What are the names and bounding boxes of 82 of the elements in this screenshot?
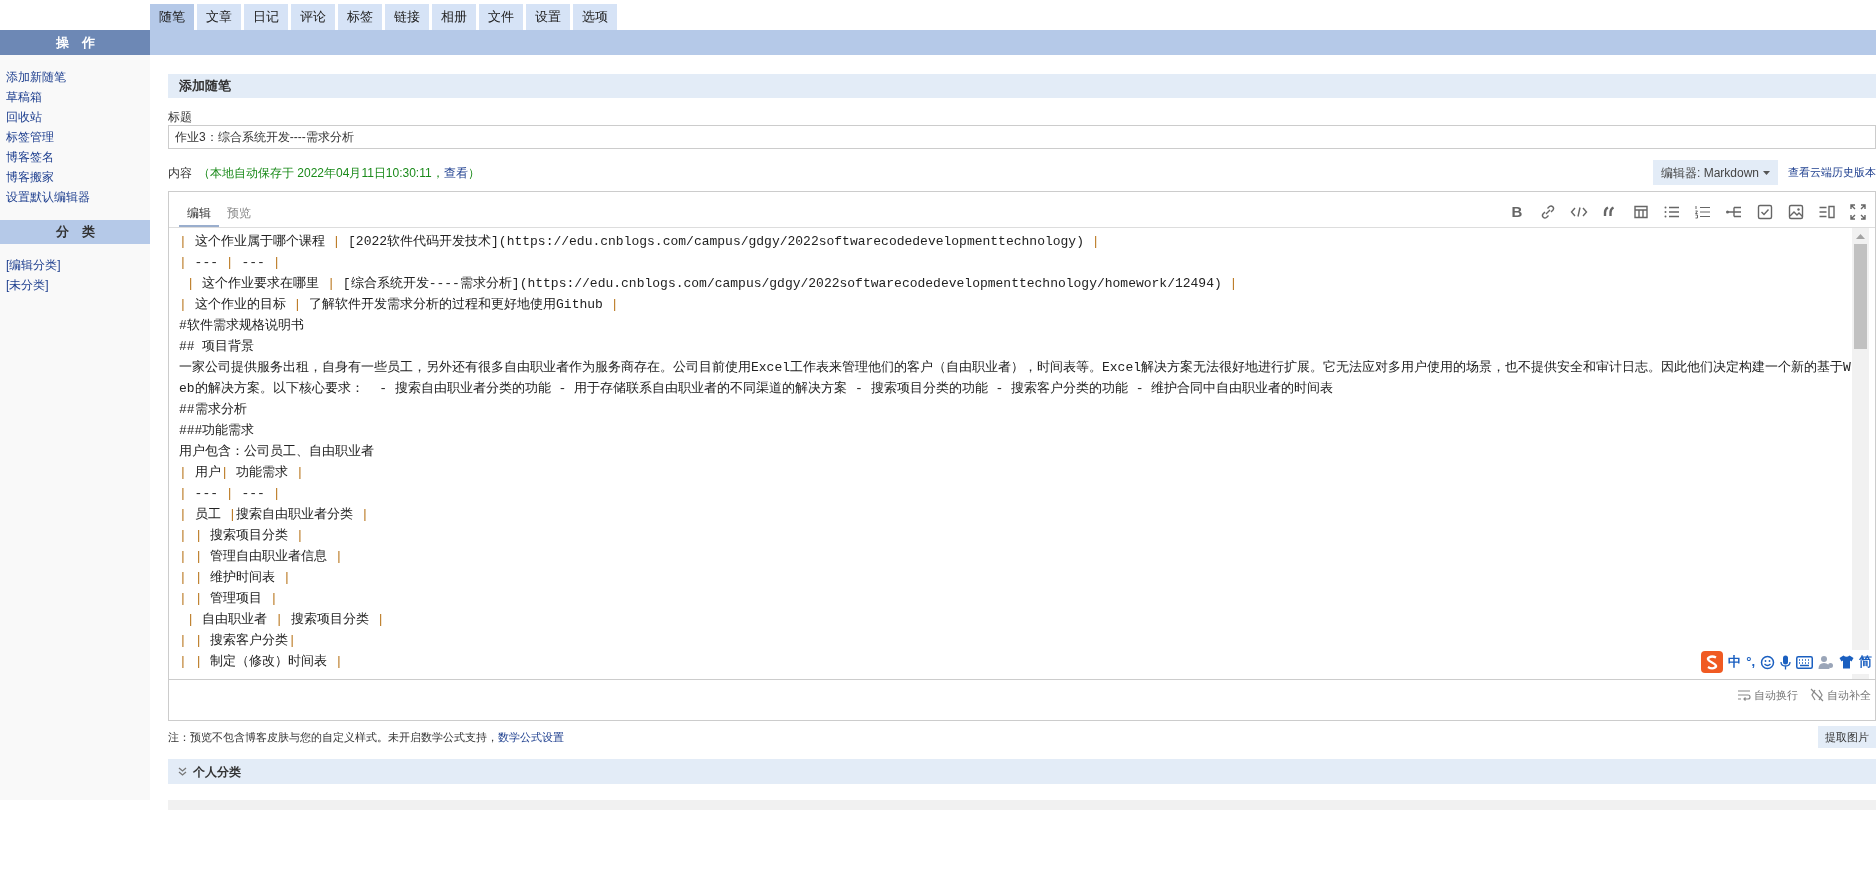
sidebar-heading: 分 类 bbox=[0, 220, 150, 244]
editor-option[interactable]: 自动补全 bbox=[1810, 686, 1871, 704]
code-line: | 这个作业要求在哪里 | [综合系统开发----需求分析](https://edu.cnblogs.com/campus/gdgy/2022softwarecodedevelopmenttechnology/homework/12494) | bbox=[185, 275, 1238, 293]
sidebar-link[interactable]: 博客签名 bbox=[6, 147, 54, 167]
fullscreen-icon[interactable] bbox=[1849, 203, 1867, 221]
category-panel-header[interactable]: 个人分类 bbox=[168, 759, 1876, 784]
code-line: 一家公司提供服务出租，自身有一些员工，另外还有很多自由职业者作为服务商存在。公司目前使用Excel工作表来管理他们的客户（自由职业者），时间表等。Excel解决方案无法很好地进行扩展。它无法应对多用户使用的场景，也不提供安全和审计日志。因此他们决定构建一个新的基于Web的解决方案。以下核心要求： - 搜索自由职业者分类的功能 - 用于存储联系自由职业者的不同渠道的解决方案 - 搜索项目分类的功能 - 搜索客户分类的功能 - 维护合同中自由职业者的时间表 bbox=[179, 359, 1851, 398]
code-line: | 这个作业的目标 | 了解软件开发需求分析的过程和更好地使用Github | bbox=[179, 296, 619, 314]
numbered-list-icon[interactable] bbox=[1694, 203, 1712, 221]
code-line: #软件需求规格说明书 bbox=[179, 317, 304, 335]
ime-mode[interactable]: 简 bbox=[1859, 652, 1872, 672]
ime-toolbar[interactable]: 中 °, 简 bbox=[1699, 650, 1875, 674]
code-line: | | 维护时间表 | bbox=[179, 569, 291, 587]
code-line: ## 项目背景 bbox=[179, 338, 255, 356]
title-field[interactable]: 作业3：综合系统开发----需求分析 bbox=[168, 125, 1876, 149]
nav-tab[interactable]: 相册 bbox=[432, 4, 476, 30]
smiley-icon[interactable] bbox=[1760, 654, 1775, 670]
code-line: | | 管理自由职业者信息 | bbox=[179, 548, 343, 566]
code-line: | 自由职业者 | 搜索项目分类 | bbox=[185, 611, 385, 629]
editor-option[interactable]: 自动换行 bbox=[1737, 686, 1798, 704]
code-line: | --- | --- | bbox=[179, 254, 281, 272]
editor-select[interactable]: 编辑器: Markdown bbox=[1652, 160, 1778, 185]
preview-note: 注：预览不包含博客皮肤与您的自定义样式。未开启数学公式支持，数学公式设置 bbox=[168, 729, 564, 745]
code-line: | 员工 |搜索自由职业者分类 | bbox=[179, 506, 369, 524]
bold-button[interactable]: B bbox=[1508, 203, 1526, 221]
editor-tab[interactable]: 编辑 bbox=[179, 201, 219, 227]
checkbox-icon[interactable] bbox=[1756, 203, 1774, 221]
microphone-icon[interactable] bbox=[1780, 654, 1791, 670]
nav-tab[interactable]: 链接 bbox=[385, 4, 429, 30]
sidebar-link[interactable]: 博客搬家 bbox=[6, 167, 54, 187]
nav-tab[interactable]: 设置 bbox=[526, 4, 570, 30]
sidebar-heading: 操 作 bbox=[0, 30, 150, 55]
sidebar-link[interactable]: 回收站 bbox=[6, 107, 42, 127]
ime-language[interactable]: 中 bbox=[1728, 652, 1742, 672]
link-icon[interactable] bbox=[1539, 203, 1557, 221]
code-line: 用户包含：公司员工、自由职业者 bbox=[179, 443, 374, 461]
field-label: 标题 bbox=[168, 109, 193, 124]
nav-tab[interactable]: 随笔 bbox=[150, 4, 194, 30]
code-line: | | 搜索项目分类 | bbox=[179, 527, 304, 545]
option-label: 自动换行 bbox=[1754, 687, 1798, 703]
code-line: | 用户| 功能需求 | bbox=[179, 464, 304, 482]
autosave-note: （本地自动保存于 2022年04月11日10:30:11，查看） bbox=[198, 164, 480, 182]
code-line: | --- | --- | bbox=[179, 485, 281, 503]
sidebar-link[interactable]: 标签管理 bbox=[6, 127, 54, 147]
sidebar-link[interactable]: 添加新随笔 bbox=[6, 67, 66, 87]
code-line: ###功能需求 bbox=[179, 422, 255, 440]
editor-tab[interactable]: 预览 bbox=[219, 201, 259, 227]
caret-icon bbox=[1763, 170, 1770, 175]
nav-tab[interactable]: 标签 bbox=[338, 4, 382, 30]
wrap-icon bbox=[1737, 689, 1751, 701]
code-line: | 这个作业属于哪个课程 | [2022软件代码开发技术](https://edu.cnblogs.com/campus/gdgy/2022softwarecodedevelopmenttechnology) | bbox=[179, 233, 1100, 251]
keyboard-icon[interactable] bbox=[1796, 655, 1813, 669]
math-settings-link[interactable]: 数学公式设置 bbox=[498, 730, 564, 743]
section-heading: 添加随笔 bbox=[168, 74, 1876, 98]
scrollbar-thumb[interactable] bbox=[1854, 244, 1867, 349]
image-icon[interactable] bbox=[1787, 203, 1805, 221]
code-line: | | 搜索客户分类| bbox=[179, 632, 297, 650]
slashed-brackets-icon bbox=[1810, 688, 1824, 702]
split-view-icon[interactable] bbox=[1818, 203, 1836, 221]
double-chevron-icon bbox=[178, 767, 187, 776]
sidebar-link[interactable]: 草稿箱 bbox=[6, 87, 42, 107]
nav-tab[interactable]: 评论 bbox=[291, 4, 335, 30]
code-line: | | 管理项目 | bbox=[179, 590, 278, 608]
option-label: 自动补全 bbox=[1827, 687, 1871, 703]
ime-logo-icon[interactable] bbox=[1701, 651, 1724, 673]
sidebar-link[interactable]: [编辑分类] bbox=[6, 255, 61, 275]
code-line: | | 制定（修改）时间表 | bbox=[179, 653, 343, 671]
ime-punctuation[interactable]: °, bbox=[1746, 652, 1755, 672]
shirt-icon[interactable] bbox=[1839, 655, 1854, 669]
sidebar-link[interactable]: 设置默认编辑器 bbox=[6, 187, 90, 207]
sidebar-link[interactable]: [未分类] bbox=[6, 275, 49, 295]
code-line: ##需求分析 bbox=[179, 401, 247, 419]
panel-title: 个人分类 bbox=[193, 763, 241, 781]
table-icon[interactable] bbox=[1632, 203, 1650, 221]
nav-tab[interactable]: 文件 bbox=[479, 4, 523, 30]
nav-tab[interactable]: 选项 bbox=[573, 4, 617, 30]
autosave-link[interactable]: 查看 bbox=[443, 165, 468, 180]
nav-tab[interactable]: 日记 bbox=[244, 4, 288, 30]
extract-images-button[interactable]: 提取图片 bbox=[1818, 726, 1876, 748]
field-label: 内容 bbox=[168, 164, 192, 182]
nav-tab[interactable]: 文章 bbox=[197, 4, 241, 30]
history-link[interactable]: 查看云端历史版本 bbox=[1788, 164, 1876, 181]
